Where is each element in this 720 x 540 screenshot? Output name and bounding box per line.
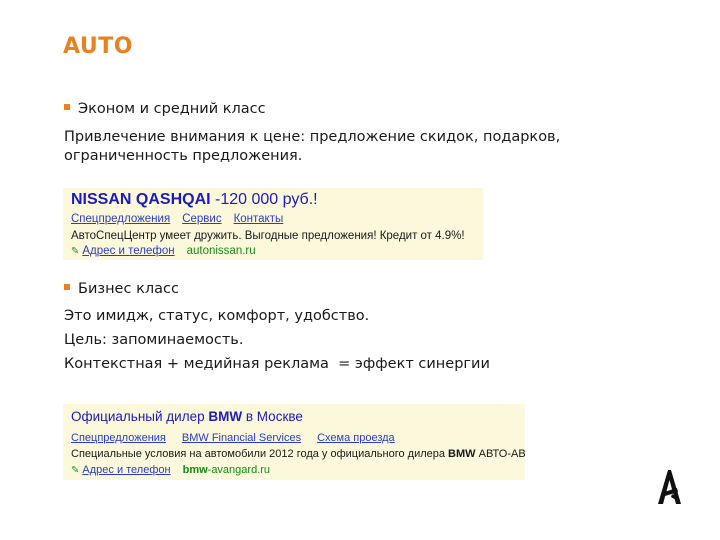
- bmw-ad-links: Спецпредложения BMW Financial Services Схе…: [71, 432, 411, 444]
- pencil-pin-icon: ✎: [71, 246, 80, 257]
- nissan-ad-domain[interactable]: autonissan.ru: [187, 245, 256, 257]
- nissan-ad-banner[interactable]: NISSAN QASHQAI -120 000 руб.! Спецпредло…: [63, 188, 483, 260]
- bullet-business: Бизнес класс: [64, 280, 179, 299]
- nissan-ad-title-model: NISSAN QASHQAI: [71, 191, 211, 208]
- nissan-ad-footer: ✎ Адрес и телефон autonissan.ru: [71, 245, 256, 257]
- bmw-ad-title-pre: Официальный дилер: [71, 409, 209, 424]
- bmw-ad-title-brand: BMW: [208, 409, 243, 424]
- nissan-link-contacts[interactable]: Контакты: [234, 213, 284, 225]
- square-bullet-icon: [64, 104, 70, 110]
- bmw-link-directions[interactable]: Схема проезда: [317, 432, 395, 444]
- bmw-link-special-offers[interactable]: Спецпредложения: [71, 432, 166, 444]
- bmw-ad-banner[interactable]: Официальный дилер BMW в Москве Спецпредл…: [63, 404, 525, 480]
- bmw-ad-description-post: АВТО-АВАНГАРД: [478, 448, 525, 460]
- bmw-ad-domain-rest: -avangard.ru: [207, 464, 271, 476]
- business-text-line-3: Контекстная + медийная реклама = эффект …: [64, 356, 490, 372]
- pencil-pin-icon: ✎: [71, 465, 80, 476]
- nissan-link-special-offers[interactable]: Спецпредложения: [71, 213, 170, 225]
- bmw-ad-description: Специальные условия на автомобили 2012 г…: [71, 448, 525, 460]
- bmw-ad-description-pre: Специальные условия на автомобили 2012 г…: [71, 448, 449, 460]
- nissan-ad-title[interactable]: NISSAN QASHQAI -120 000 руб.!: [71, 191, 318, 209]
- bullet-economy: Эконом и средний класс: [64, 100, 266, 119]
- nissan-link-service[interactable]: Сервис: [182, 213, 221, 225]
- bmw-ad-domain[interactable]: bmw-avangard.ru: [183, 464, 270, 476]
- nissan-ad-title-price: -120 000 руб.!: [210, 191, 318, 208]
- bmw-address-link[interactable]: Адрес и телефон: [82, 464, 170, 476]
- nissan-ad-links: Спецпредложения Сервис Контакты: [71, 213, 295, 225]
- nissan-ad-description: АвтоСпецЦентр умеет дружить. Выгодные пр…: [71, 230, 465, 242]
- square-bullet-icon: [64, 284, 70, 290]
- company-logo-icon: [658, 470, 681, 504]
- bullet-business-label: Бизнес класс: [78, 281, 179, 297]
- business-text-line-2: Цель: запоминаемость.: [64, 332, 244, 348]
- slide-title: AUTO: [63, 34, 133, 59]
- bmw-ad-footer: ✎ Адрес и телефон bmw-avangard.ru: [71, 464, 270, 476]
- bullet-economy-label: Эконом и средний класс: [78, 101, 266, 117]
- economy-text-line-2: ограниченность предложения.: [64, 148, 303, 164]
- bmw-ad-domain-bold: bmw: [182, 464, 208, 476]
- bmw-ad-title[interactable]: Официальный дилер BMW в Москве: [71, 409, 303, 424]
- bmw-ad-title-post: в Москве: [242, 409, 303, 424]
- nissan-address-link[interactable]: Адрес и телефон: [82, 245, 174, 257]
- economy-text-line-1: Привлечение внимания к цене: предложение…: [64, 129, 561, 145]
- business-text-line-1: Это имидж, статус, комфорт, удобство.: [64, 308, 370, 324]
- bmw-link-financial-services[interactable]: BMW Financial Services: [182, 432, 301, 444]
- bmw-ad-description-brand: BMW: [448, 448, 476, 460]
